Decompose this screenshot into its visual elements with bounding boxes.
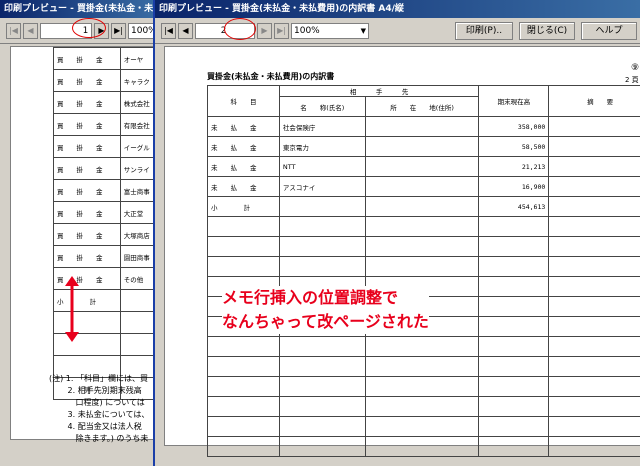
zoom-value: 100% bbox=[294, 25, 320, 36]
doc-title: 買掛金(未払金・未払費用)の内訳書 bbox=[207, 72, 335, 81]
row-name: 社会保険庁 bbox=[278, 116, 366, 137]
page-number-highlight bbox=[72, 18, 106, 38]
front-window-title: 印刷プレビュー - 買掛金(未払金・未払費用)の内訳書 A4/縦 bbox=[155, 0, 640, 18]
row-kamoku: 買 掛 金 bbox=[53, 113, 121, 136]
footnote-line: 3. 未払金については、 bbox=[49, 410, 150, 419]
row-kamoku: 買 掛 金 bbox=[53, 201, 121, 224]
row-balance: 58,500 bbox=[478, 136, 550, 157]
table-row: 買 掛 金イーグル bbox=[53, 135, 160, 158]
print-button[interactable]: 印刷(P).. bbox=[455, 22, 513, 40]
footnote-line: 口程度) については bbox=[49, 398, 145, 407]
empty-row bbox=[207, 436, 640, 457]
annotation-line-2: なんちゃって改ページされた bbox=[222, 312, 429, 331]
table-row: 買 掛 金サンライ bbox=[53, 157, 160, 180]
chevron-down-icon: ▼ bbox=[360, 26, 366, 35]
row-balance: 454,613 bbox=[478, 196, 550, 217]
annotation-callout: メモ行挿入の位置調整で なんちゃって改ページされた bbox=[222, 286, 429, 334]
header-aite: 相 手 先 bbox=[278, 85, 480, 97]
empty-row bbox=[207, 336, 640, 357]
table-row: 未 払 金 NTT 21,213 bbox=[207, 156, 640, 177]
last-page-icon[interactable]: ▶| bbox=[111, 22, 126, 39]
next-page-icon[interactable]: ▶ bbox=[257, 22, 272, 39]
row-balance: 16,900 bbox=[478, 176, 550, 197]
table-row: 未 払 金社会保険庁 358,000 bbox=[207, 116, 640, 137]
footnote-line: 2. 相手先別期末残高 bbox=[49, 386, 142, 395]
row-name: 東京電力 bbox=[278, 136, 366, 157]
table-row: 買 掛 金富士商事 bbox=[53, 179, 160, 202]
header-kamoku: 科 目 bbox=[207, 85, 280, 117]
row-kamoku: 買 掛 金 bbox=[53, 223, 121, 246]
row-kamoku: 未 払 金 bbox=[207, 116, 280, 137]
table-row: 買 掛 金園田商事 bbox=[53, 245, 160, 268]
row-balance: 21,213 bbox=[478, 156, 550, 177]
annotation-line-1: メモ行挿入の位置調整で bbox=[222, 288, 399, 307]
back-table: 買 掛 金オーヤ買 掛 金キャラク買 掛 金株式会社買 掛 金有限会社買 掛 金… bbox=[53, 47, 160, 400]
first-page-icon[interactable]: |◀ bbox=[6, 22, 21, 39]
table-row: 買 掛 金有限会社 bbox=[53, 113, 160, 136]
table-row: 買 掛 金株式会社 bbox=[53, 91, 160, 114]
table-row: 買 掛 金大塚商店 bbox=[53, 223, 160, 246]
form-number: ⑨ bbox=[631, 63, 640, 73]
empty-row bbox=[207, 356, 640, 377]
back-preview-window: 印刷プレビュー - 買掛金(未払金・未払費 |◀ ◀ 1 ▶ ▶| 100% 買… bbox=[0, 0, 160, 466]
table-row: 未 払 金アスコナイ 16,900 bbox=[207, 176, 640, 197]
prev-page-icon[interactable]: ◀ bbox=[178, 22, 193, 39]
empty-row bbox=[207, 236, 640, 257]
front-paper: 買掛金(未払金・未払費用)の内訳書 ⑨ 2 頁 科 目 相 手 先 期末現在高 … bbox=[164, 46, 640, 457]
prev-page-icon[interactable]: ◀ bbox=[23, 22, 38, 39]
table-row: 買 掛 金大正堂 bbox=[53, 201, 160, 224]
table-row: 未 払 金東京電力 58,500 bbox=[207, 136, 640, 157]
row-kamoku: 未 払 金 bbox=[207, 176, 280, 197]
row-name bbox=[278, 196, 366, 217]
empty-row bbox=[207, 396, 640, 417]
table-row: 買 掛 金キャラク bbox=[53, 69, 160, 92]
row-name: アスコナイ bbox=[278, 176, 366, 197]
footnote-line: 除きます。) のうち未 bbox=[49, 434, 149, 443]
page-marker: 2 頁 bbox=[625, 76, 639, 84]
zoom-select[interactable]: 100% ▼ bbox=[291, 22, 369, 39]
empty-row bbox=[207, 376, 640, 397]
row-kamoku: 買 掛 金 bbox=[53, 47, 121, 70]
row-kamoku: 買 掛 金 bbox=[53, 245, 121, 268]
back-paper: 買 掛 金オーヤ買 掛 金キャラク買 掛 金株式会社買 掛 金有限会社買 掛 金… bbox=[10, 46, 160, 443]
back-window-title: 印刷プレビュー - 買掛金(未払金・未払費 bbox=[0, 0, 160, 18]
footnote-line: (注) 1. 「科目」欄には、買 bbox=[49, 374, 148, 383]
row-kamoku: 買 掛 金 bbox=[53, 135, 121, 158]
row-kamoku: 買 掛 金 bbox=[53, 69, 121, 92]
close-button[interactable]: 閉じる(C) bbox=[519, 22, 575, 40]
footnote-line: 4. 配当金又は法人税 bbox=[49, 422, 142, 431]
header-balance: 期末現在高 bbox=[478, 85, 550, 117]
row-kamoku: 未 払 金 bbox=[207, 156, 280, 177]
row-kamoku: 未 払 金 bbox=[207, 136, 280, 157]
last-page-icon[interactable]: ▶| bbox=[274, 22, 289, 39]
front-table: 科 目 相 手 先 期末現在高 摘 要 名 称(氏名) 所 在 地(住所) 未 … bbox=[207, 85, 640, 457]
row-name: NTT bbox=[278, 156, 366, 177]
page-number-highlight bbox=[224, 18, 256, 40]
header-name: 名 称(氏名) bbox=[278, 96, 366, 117]
row-kamoku: 小 計 bbox=[207, 196, 280, 217]
first-page-icon[interactable]: |◀ bbox=[161, 22, 176, 39]
header-remarks: 摘 要 bbox=[548, 85, 640, 117]
row-kamoku: 買 掛 金 bbox=[53, 157, 121, 180]
row-kamoku: 買 掛 金 bbox=[53, 179, 121, 202]
help-button[interactable]: ヘルプ bbox=[581, 22, 637, 40]
row-balance: 358,000 bbox=[478, 116, 550, 137]
empty-row bbox=[207, 216, 640, 237]
red-arrow-icon bbox=[65, 276, 79, 342]
empty-row bbox=[207, 416, 640, 437]
row-kamoku: 買 掛 金 bbox=[53, 91, 121, 114]
table-row: 小 計 454,613 bbox=[207, 196, 640, 217]
front-preview-window: 印刷プレビュー - 買掛金(未払金・未払費用)の内訳書 A4/縦 |◀ ◀ 2 … bbox=[153, 0, 640, 466]
table-row: 買 掛 金オーヤ bbox=[53, 47, 160, 70]
empty-row bbox=[207, 256, 640, 277]
header-address: 所 在 地(住所) bbox=[364, 96, 480, 117]
